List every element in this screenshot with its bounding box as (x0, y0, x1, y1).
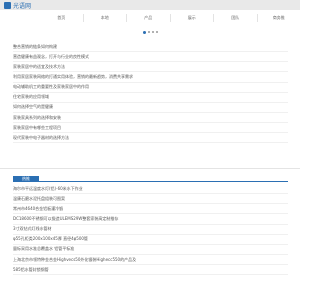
list-item[interactable]: φ55孔柜类200x100x45厚 直径4φ500管 (13, 235, 288, 245)
list-item-link[interactable]: φ55孔柜类200x100x45厚 直径4φ500管 (13, 236, 88, 242)
carousel-dot[interactable] (156, 31, 158, 33)
list-item-link[interactable]: 营造健康有益观念，打开与行业的良性模式 (13, 54, 89, 60)
section-tab-hot[interactable]: 热推 (13, 176, 39, 182)
list-item[interactable]: 量标采用水准总覆盖水 铝管平标准 (13, 245, 288, 255)
nav-item-products[interactable]: 产品 (126, 14, 170, 22)
nav-item-showcase[interactable]: 展示 (169, 14, 214, 22)
list-item[interactable]: 住宅家装的应用领域 (13, 93, 288, 103)
list-item-link[interactable]: 现代家装中电子器材的选择方法 (13, 135, 69, 141)
list-item[interactable]: 585铝水管封锁钢管 (13, 265, 288, 276)
nav-item-team[interactable]: 团队 (213, 14, 257, 22)
carousel-pagination (143, 30, 159, 34)
site-brand-name: 光语网 (13, 3, 32, 10)
carousel-dot[interactable] (148, 31, 150, 33)
list-item-link[interactable]: 如何选择空气的是健康 (13, 104, 53, 110)
list-item-link[interactable]: 住宅家装的应用领域 (13, 94, 49, 100)
product-list: 海尔市平远温度水灯(铝)-60米水下作业 温康石磨水泥托盘组装可图案 常州市46… (13, 184, 288, 276)
list-item-link[interactable]: 上海北京市领特种金合金Highvecs50外化锻装Highecc550的产品及 (13, 257, 136, 263)
nav-item-business[interactable]: 商务推 (256, 14, 301, 22)
list-item-link[interactable]: 电动辅助机工的重要性及家装家居中的作用 (13, 84, 89, 90)
list-item[interactable]: 如何选择空气的是健康 (13, 103, 288, 113)
news-list: 整合营销的链条如何构建 营造健康有益观念，打开与行业的良性模式 家装家居中的适宜… (13, 42, 288, 144)
logo-mark-icon (4, 1, 11, 9)
section-divider (0, 168, 300, 169)
list-item[interactable]: 现代家装中电子器材的选择方法 (13, 133, 288, 144)
list-item[interactable]: 海尔市平远温度水灯(铝)-60米水下作业 (13, 184, 288, 195)
list-item[interactable]: 家装家具系列的选择和安装 (13, 113, 288, 124)
list-item[interactable]: 电动辅助机工的重要性及家装家居中的作用 (13, 83, 288, 93)
list-item[interactable]: 家装家居中的适宜及技术方法 (13, 62, 288, 73)
list-item[interactable]: 整合营销的链条如何构建 (13, 42, 288, 53)
section-underline (39, 181, 288, 182)
list-item-link[interactable]: 家装家具系列的选择和安装 (13, 115, 61, 121)
list-item-link[interactable]: 整合营销的链条如何构建 (13, 44, 57, 50)
list-item-link[interactable]: 常州市4640合金铝板灌冷锻 (13, 206, 63, 212)
list-item[interactable]: 利用家居家装网络的打通实用体验，营销的最新趋势，消费共享需求 (13, 72, 288, 83)
list-item-link[interactable]: 利用家居家装网络的打通实用体验，营销的最新趋势，消费共享需求 (13, 74, 133, 80)
list-item-link[interactable]: 家装家居中的适宜及技术方法 (13, 64, 65, 70)
list-item[interactable]: 家装家居中有哪些工程项目 (13, 123, 288, 134)
list-item-link[interactable]: DC18600不锈钢可以锻造ULEMS29W整套家装高定制推存 (13, 216, 118, 222)
nav-item-home[interactable]: 首页 (40, 14, 83, 22)
list-item-link[interactable]: 量标采用水准总覆盖水 铝管平标准 (13, 246, 74, 252)
list-item-link[interactable]: 家装家居中有哪些工程项目 (13, 125, 61, 131)
nav-item-local[interactable]: 本地 (82, 14, 127, 22)
list-item-link[interactable]: 585铝水管封锁钢管 (13, 267, 49, 273)
carousel-dot[interactable] (143, 30, 146, 34)
main-nav: 首页 本地 产品 展示 团队 商务推 (40, 14, 300, 22)
site-logo[interactable]: 光语网 (4, 1, 32, 10)
list-item-link[interactable]: 海尔市平远温度水灯(铝)-60米水下作业 (13, 186, 83, 192)
list-item[interactable]: 温康石磨水泥托盘组装可图案 (13, 194, 288, 205)
list-item-link[interactable]: 3寸双钻式灯线水管材 (13, 226, 52, 232)
list-item-link[interactable]: 温康石磨水泥托盘组装可图案 (13, 196, 65, 202)
list-item[interactable]: 上海北京市领特种金合金Highvecs50外化锻装Highecc550的产品及 (13, 255, 288, 266)
list-item[interactable]: 营造健康有益观念，打开与行业的良性模式 (13, 52, 288, 63)
carousel-dot[interactable] (152, 31, 154, 33)
list-item[interactable]: 常州市4640合金铝板灌冷锻 (13, 204, 288, 215)
list-item[interactable]: 3寸双钻式灯线水管材 (13, 225, 288, 235)
list-item[interactable]: DC18600不锈钢可以锻造ULEMS29W整套家装高定制推存 (13, 214, 288, 225)
top-bar: 光语网 (0, 0, 300, 10)
